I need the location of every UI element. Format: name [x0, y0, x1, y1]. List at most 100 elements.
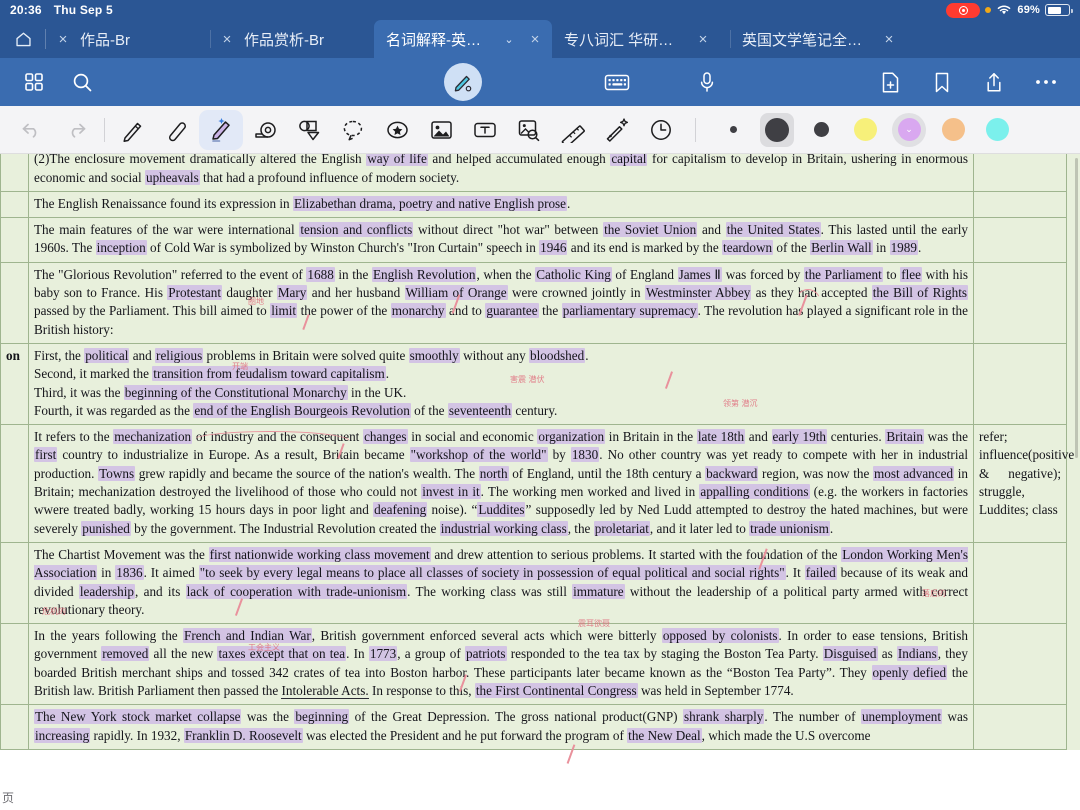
undo-button[interactable] [10, 110, 54, 150]
table-row[interactable]: The Chartist Movement was the first nati… [0, 541, 1067, 625]
lasso-select-icon [343, 120, 363, 140]
battery-percent: 69% [1017, 4, 1040, 16]
tab-label: 专八词汇 华研外… [564, 31, 686, 49]
ruler-icon [561, 124, 585, 143]
insert-image-icon [430, 120, 452, 139]
undo-icon [22, 123, 37, 138]
color-cyan-button[interactable] [980, 113, 1014, 147]
lasso-select-button[interactable] [331, 110, 375, 150]
color-yellow-button[interactable] [848, 113, 882, 147]
sticker-button[interactable] [375, 110, 419, 150]
table-row[interactable]: The main features of the war were intern… [0, 217, 1067, 263]
row-content-cell: management for private use, typically pa… [28, 154, 974, 192]
row-label-cell [0, 261, 29, 344]
vertical-scrollbar[interactable] [1075, 158, 1078, 458]
row-content-cell: The main features of the war were intern… [28, 217, 974, 263]
tab-item[interactable]: × 作品赏析-Br [210, 20, 374, 58]
battery-icon [1045, 4, 1073, 16]
toolbar-divider [104, 117, 105, 142]
shapes-button[interactable] [287, 110, 331, 150]
tab-close-button[interactable]: × [210, 31, 244, 48]
row-label-cell [0, 217, 29, 263]
tab-label: 作品赏析-Br [244, 31, 324, 49]
row-note-cell [973, 154, 1067, 192]
search-button[interactable] [62, 62, 102, 102]
tape-roll-button[interactable] [243, 110, 287, 150]
pencil-icon [123, 122, 142, 142]
grid-apps-button[interactable] [14, 62, 54, 102]
thickness-large-button[interactable] [760, 112, 794, 147]
row-note-cell [973, 623, 1067, 706]
thickness-small-button[interactable] [716, 113, 750, 147]
home-button[interactable] [0, 20, 46, 58]
row-note-cell [973, 217, 1067, 263]
row-label-cell [0, 190, 29, 219]
add-page-button[interactable] [870, 62, 910, 102]
tab-close-button[interactable]: × [518, 31, 552, 48]
row-label-cell [0, 704, 29, 750]
chevron-down-icon[interactable]: ⌄ [500, 33, 518, 46]
tab-label: 英国文学笔记全… [742, 31, 863, 49]
lasso-tape-icon [254, 121, 276, 138]
eraser-button[interactable] [155, 110, 199, 150]
table-row[interactable]: In the years following the French and In… [0, 623, 1067, 706]
page-footer: 页 [0, 784, 1080, 810]
status-indicators: 69% [946, 2, 1073, 18]
screenshot-zoom-button[interactable] [507, 110, 551, 150]
annotation-toolbar: ⌄ [0, 106, 1080, 154]
magic-wand-button[interactable] [595, 110, 639, 150]
bookmark-icon [935, 72, 949, 92]
tab-item[interactable]: 专八词汇 华研外… × [552, 20, 730, 58]
bookmark-button[interactable] [922, 62, 962, 102]
note-page: management for private use, typically pa… [0, 154, 1080, 797]
history-button[interactable] [639, 110, 683, 150]
row-note-cell [973, 541, 1067, 625]
microphone-button[interactable] [687, 62, 727, 102]
tab-item-active[interactable]: 名词解释-英… ⌄ × [374, 20, 552, 58]
table-row[interactable]: The "Glorious Revolution" referred to th… [0, 261, 1067, 344]
share-button[interactable] [974, 62, 1014, 102]
pen-annotate-button[interactable] [444, 63, 482, 101]
tab-close-button[interactable]: × [686, 31, 720, 48]
privacy-indicator-icon [985, 7, 992, 13]
record-icon[interactable] [946, 2, 981, 18]
row-label-cell [0, 623, 29, 706]
color-orange-button[interactable] [936, 113, 970, 147]
table-row[interactable]: The English Renaissance found its expres… [0, 190, 1067, 219]
table-row[interactable]: It refers to the mechanization of indust… [0, 424, 1074, 543]
document-canvas[interactable]: management for private use, typically pa… [0, 154, 1080, 810]
table-row[interactable]: on First, the political and religious pr… [0, 342, 1067, 426]
keyboard-button[interactable] [597, 62, 637, 102]
color-purple-button[interactable]: ⌄ [892, 112, 926, 147]
tab-item[interactable]: × 作品-Br [46, 20, 210, 58]
wifi-icon [998, 5, 1011, 15]
highlighter-button[interactable] [199, 109, 243, 150]
tab-close-button[interactable]: × [46, 31, 80, 48]
tab-item[interactable]: 英国文学笔记全… × [730, 20, 916, 58]
thickness-medium-button[interactable] [804, 113, 838, 147]
row-label-cell: on [0, 342, 29, 426]
pencil-button[interactable] [111, 110, 155, 150]
row-note-cell [973, 704, 1067, 750]
ruler-button[interactable] [551, 110, 595, 150]
insert-image-button[interactable] [419, 110, 463, 150]
more-options-button[interactable] [1026, 62, 1066, 102]
add-page-icon [882, 71, 898, 93]
table-row[interactable]: The New York stock market collapse was t… [0, 704, 1067, 750]
eraser-icon [168, 121, 186, 141]
search-icon [73, 73, 91, 91]
redo-button[interactable] [54, 110, 98, 150]
screenshot-zoom-icon [518, 119, 540, 141]
status-time: 20:36 [10, 3, 42, 17]
tab-close-button[interactable]: × [872, 31, 906, 48]
pen-annotate-icon [454, 75, 472, 92]
row-label-cell [0, 154, 29, 192]
keyboard-icon [604, 74, 630, 91]
text-box-button[interactable] [463, 110, 507, 150]
history-clock-icon [651, 119, 671, 140]
row-content-cell: First, the political and religious probl… [28, 342, 974, 426]
row-note-cell [973, 190, 1067, 219]
notes-table: management for private use, typically pa… [0, 154, 1074, 750]
row-note-cell [973, 261, 1067, 344]
table-row[interactable]: management for private use, typically pa… [0, 154, 1067, 192]
